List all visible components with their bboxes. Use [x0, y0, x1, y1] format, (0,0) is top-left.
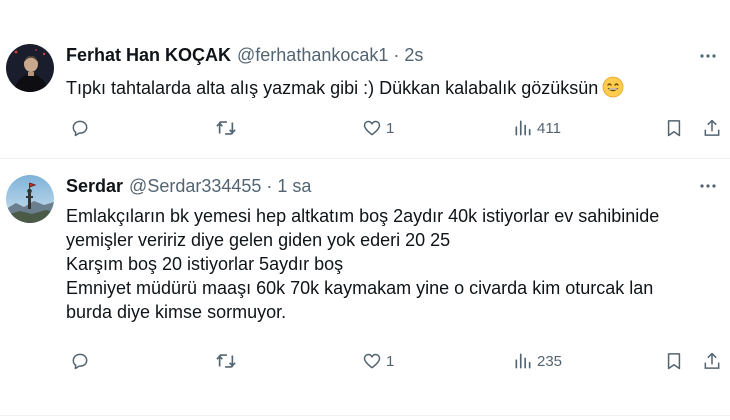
tweet-line: burda diye kimse sormuyor. — [66, 302, 287, 322]
tweet-header: Serdar @Serdar334455 · 1 sa — [66, 174, 311, 198]
retweet-icon — [215, 351, 237, 371]
reply-button[interactable] — [70, 348, 90, 374]
retweet-button[interactable] — [215, 115, 237, 141]
views-count: 411 — [537, 119, 561, 137]
bookmark-icon — [664, 351, 684, 371]
tweet-line: Emlakçıların bk yemesi hep altkatım boş … — [66, 206, 660, 226]
like-icon — [362, 118, 382, 138]
share-icon — [702, 351, 722, 371]
views-button[interactable]: 411 — [513, 115, 561, 141]
views-count: 235 — [537, 352, 563, 370]
tweet-line: Tıpkı tahtalarda alta alış yazmak gibi :… — [66, 78, 599, 98]
more-icon[interactable] — [694, 44, 722, 68]
share-icon — [702, 118, 722, 138]
timestamp[interactable]: 2s — [404, 45, 423, 66]
tweet-text: Tıpkı tahtalarda alta alış yazmak gibi :… — [66, 76, 716, 104]
reply-icon — [70, 351, 90, 371]
tweet[interactable]: Ferhat Han KOÇAK @ferhathankocak1 · 2s T… — [0, 0, 730, 158]
display-name[interactable]: Serdar — [66, 176, 123, 197]
handle[interactable]: @ferhathankocak1 — [237, 45, 388, 66]
separator: · — [393, 44, 400, 65]
share-button[interactable] — [702, 348, 722, 374]
share-button[interactable] — [702, 115, 722, 141]
grinning-face-emoji-icon — [602, 76, 624, 104]
action-bar: 1 411 — [0, 115, 730, 141]
retweet-button[interactable] — [215, 348, 237, 374]
action-bar: 1 235 — [0, 348, 730, 374]
like-button[interactable]: 1 — [362, 348, 394, 374]
avatar[interactable] — [6, 175, 54, 223]
tweet-divider — [0, 158, 730, 159]
separator: · — [266, 175, 273, 196]
views-icon — [513, 351, 533, 371]
like-count: 1 — [386, 119, 395, 137]
timestamp[interactable]: 1 sa — [277, 176, 311, 197]
like-icon — [362, 351, 382, 371]
more-icon[interactable] — [694, 174, 722, 198]
tweet[interactable]: Serdar @Serdar334455 · 1 sa Emlakçıların… — [0, 160, 730, 416]
reply-icon — [70, 118, 90, 138]
views-button[interactable]: 235 — [513, 348, 562, 374]
handle[interactable]: @Serdar334455 — [129, 176, 261, 197]
reply-button[interactable] — [70, 115, 90, 141]
tweet-divider — [0, 415, 730, 416]
tweet-line: yemişler veririz diye gelen giden yok ed… — [66, 230, 451, 250]
tweet-text: Emlakçıların bk yemesi hep altkatım boş … — [66, 204, 716, 324]
like-count: 1 — [386, 352, 395, 370]
views-icon — [513, 118, 533, 138]
tweet-header: Ferhat Han KOÇAK @ferhathankocak1 · 2s — [66, 43, 423, 67]
display-name[interactable]: Ferhat Han KOÇAK — [66, 45, 231, 66]
bookmark-icon — [664, 118, 684, 138]
retweet-icon — [215, 118, 237, 138]
tweet-line: Emniyet müdürü maaşı 60k 70k kaymakam yi… — [66, 278, 654, 298]
avatar[interactable] — [6, 44, 54, 92]
bookmark-button[interactable] — [664, 348, 684, 374]
tweet-line: Karşım boş 20 istiyorlar 5aydır boş — [66, 254, 344, 274]
like-button[interactable]: 1 — [362, 115, 394, 141]
bookmark-button[interactable] — [664, 115, 684, 141]
